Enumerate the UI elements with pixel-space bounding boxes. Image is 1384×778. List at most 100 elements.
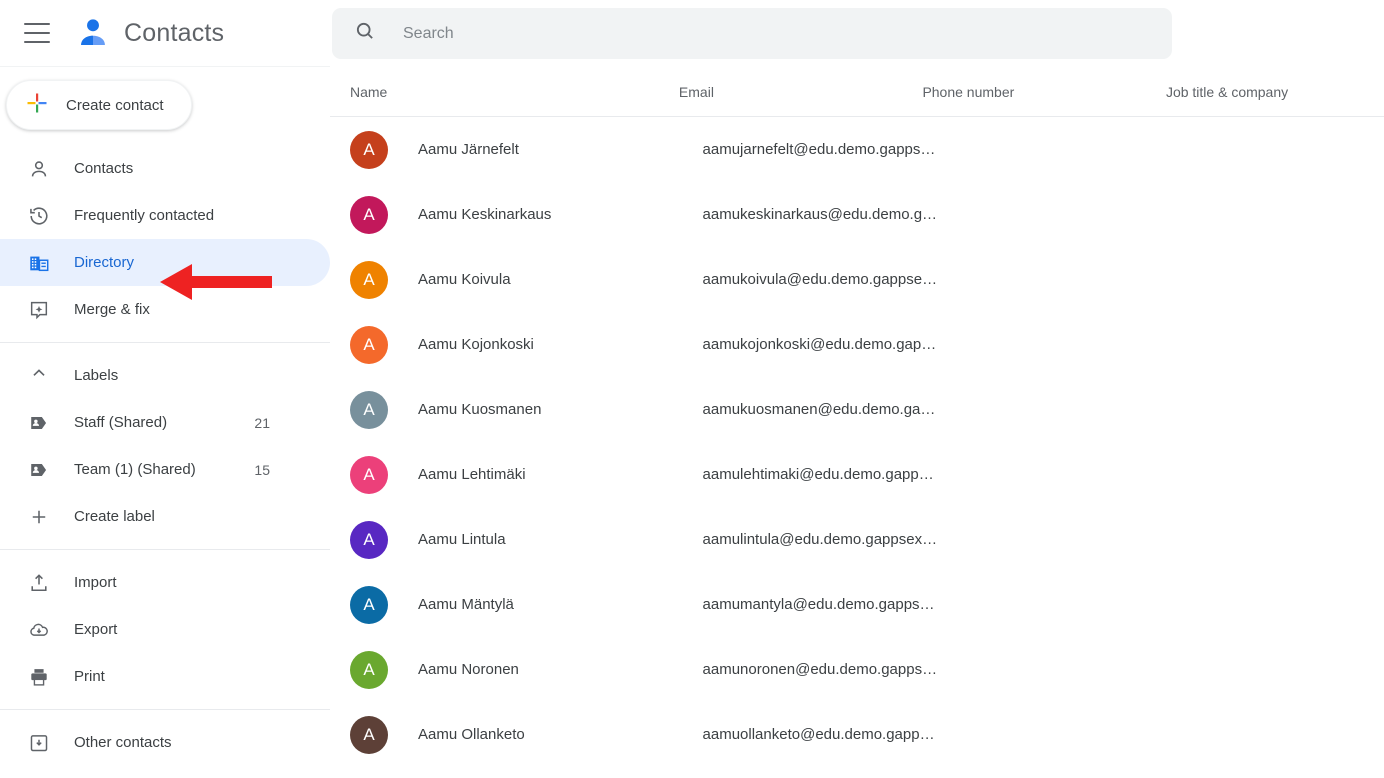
building-directory-icon [28,252,50,274]
sidebar-label: Staff (Shared) [74,414,168,431]
create-contact-area: Create contact [0,67,330,143]
divider [0,709,330,710]
divider [0,549,330,550]
contact-name: Aamu Mäntylä [418,596,514,613]
sidebar-item-other-contacts[interactable]: Other contacts [0,719,330,766]
sidebar-item-label-staff[interactable]: Staff (Shared) 21 [0,399,330,446]
sidebar-item-merge-and-fix[interactable]: Merge & fix [0,286,330,333]
main-content: Name Email Phone number Job title & comp… [330,0,1384,778]
contact-email: aamukeskinarkaus@edu.demo.g… [702,206,938,223]
table-row[interactable]: A Aamu Mäntylä aamumantyla@edu.demo.gapps… [330,572,1384,637]
sidebar-item-label-team-1[interactable]: Team (1) (Shared) 15 [0,446,330,493]
table-row[interactable]: A Aamu Järnefelt aamujarnefelt@edu.demo.ga… [330,117,1384,182]
search-box[interactable] [332,8,1172,59]
sidebar-label: Create label [74,508,155,525]
avatar: A [350,650,388,689]
avatar: A [350,715,388,754]
avatar: A [350,260,388,299]
sidebar-item-frequently-contacted[interactable]: Frequently contacted [0,192,330,239]
search-input[interactable] [403,24,1103,43]
contact-name: Aamu Noronen [418,661,519,678]
brand-bar: Contacts [0,0,330,67]
label-tag-icon [28,412,50,434]
sidebar-item-import[interactable]: Import [0,559,330,606]
sidebar-item-directory[interactable]: Directory [0,239,330,286]
contact-email: aamuollanketo@edu.demo.gapp… [702,726,935,743]
sidebar-item-export[interactable]: Export [0,606,330,653]
contact-email: aamukoivula@edu.demo.gappse… [702,271,938,288]
divider [0,342,330,343]
plus-icon [28,506,50,528]
column-header-email[interactable]: Email [679,84,923,100]
chevron-up-icon [28,362,50,389]
table-row[interactable]: A Aamu Kojonkoski aamukojonkoski@edu.demo.… [330,312,1384,377]
label-count: 15 [254,461,270,478]
printer-icon [28,666,50,688]
google-plus-icon [25,91,49,119]
contact-name: Aamu Keskinarkaus [418,206,552,223]
contact-email: aamukuosmanen@edu.demo.ga… [702,401,936,418]
contact-email: aamunoronen@edu.demo.gapps… [702,661,938,678]
sidebar-label: Merge & fix [74,301,150,318]
avatar: A [350,195,388,234]
avatar: A [350,130,388,169]
table-row[interactable]: A Aamu Koivula aamukoivula@edu.demo.gappse… [330,247,1384,312]
table-body: A Aamu Järnefelt aamujarnefelt@edu.demo.ga… [330,117,1384,767]
sidebar-label: Export [74,621,118,638]
sidebar-label: Frequently contacted [74,207,215,224]
history-clock-icon [28,205,50,227]
sidebar-label: Team (1) (Shared) [74,461,196,478]
avatar: A [350,520,388,559]
avatar: A [350,325,388,364]
create-contact-label: Create contact [66,96,164,114]
sidebar: Contacts Create contact Contacts Frequen… [0,0,330,778]
search-row [330,0,1384,67]
primary-nav: Contacts Frequently contacted Directory … [0,143,330,766]
table-row[interactable]: A Aamu Keskinarkaus aamukeskinarkaus@edu.d… [330,182,1384,247]
contact-name: Aamu Kojonkoski [418,336,534,353]
table-row[interactable]: A Aamu Ollanketo aamuollanketo@edu.demo.ga… [330,702,1384,767]
contact-name: Aamu Lintula [418,531,506,548]
contacts-person-logo-icon [76,16,110,50]
contacts-table: Name Email Phone number Job title & comp… [330,67,1384,767]
contact-name: Aamu Ollanketo [418,726,525,743]
avatar: A [350,455,388,494]
create-contact-button[interactable]: Create contact [6,80,192,130]
avatar: A [350,585,388,624]
contact-name: Aamu Järnefelt [418,141,519,158]
contact-email: aamukojonkoski@edu.demo.gap… [702,336,937,353]
sidebar-item-contacts[interactable]: Contacts [0,145,330,192]
labels-header-label: Labels [74,367,119,384]
sidebar-label: Directory [74,254,135,271]
contact-name: Aamu Lehtimäki [418,466,526,483]
app-title: Contacts [124,18,225,47]
contact-email: aamumantyla@edu.demo.gapps… [702,596,935,613]
contacts-app: Contacts Create contact Contacts Frequen… [0,0,1384,778]
sidebar-label: Contacts [74,160,134,177]
person-outline-icon [28,158,50,180]
column-header-phone[interactable]: Phone number [922,84,1166,100]
other-contacts-box-icon [28,732,50,754]
search-icon [354,20,376,47]
contact-email: aamulintula@edu.demo.gappsex… [702,531,938,548]
table-row[interactable]: A Aamu Kuosmanen aamukuosmanen@edu.demo.ga… [330,377,1384,442]
contact-name: Aamu Kuosmanen [418,401,542,418]
merge-sparkle-icon [28,299,50,321]
contact-email: aamujarnefelt@edu.demo.gapps… [702,141,936,158]
sidebar-item-create-label[interactable]: Create label [0,493,330,540]
labels-section-header[interactable]: Labels [0,352,330,399]
sidebar-label: Other contacts [74,734,172,751]
sidebar-label: Print [74,668,105,685]
sidebar-item-print[interactable]: Print [0,653,330,700]
table-row[interactable]: A Aamu Lintula aamulintula@edu.demo.gappse… [330,507,1384,572]
table-row[interactable]: A Aamu Noronen aamunoronen@edu.demo.gapps… [330,637,1384,702]
column-header-job[interactable]: Job title & company [1166,84,1384,100]
table-row[interactable]: A Aamu Lehtimäki aamulehtimaki@edu.demo.ga… [330,442,1384,507]
sidebar-label: Import [74,574,117,591]
hamburger-menu-icon[interactable] [24,23,50,43]
label-count: 21 [254,414,270,431]
avatar: A [350,390,388,429]
label-tag-icon [28,459,50,481]
column-header-name[interactable]: Name [350,84,679,100]
import-upload-icon [28,572,50,594]
